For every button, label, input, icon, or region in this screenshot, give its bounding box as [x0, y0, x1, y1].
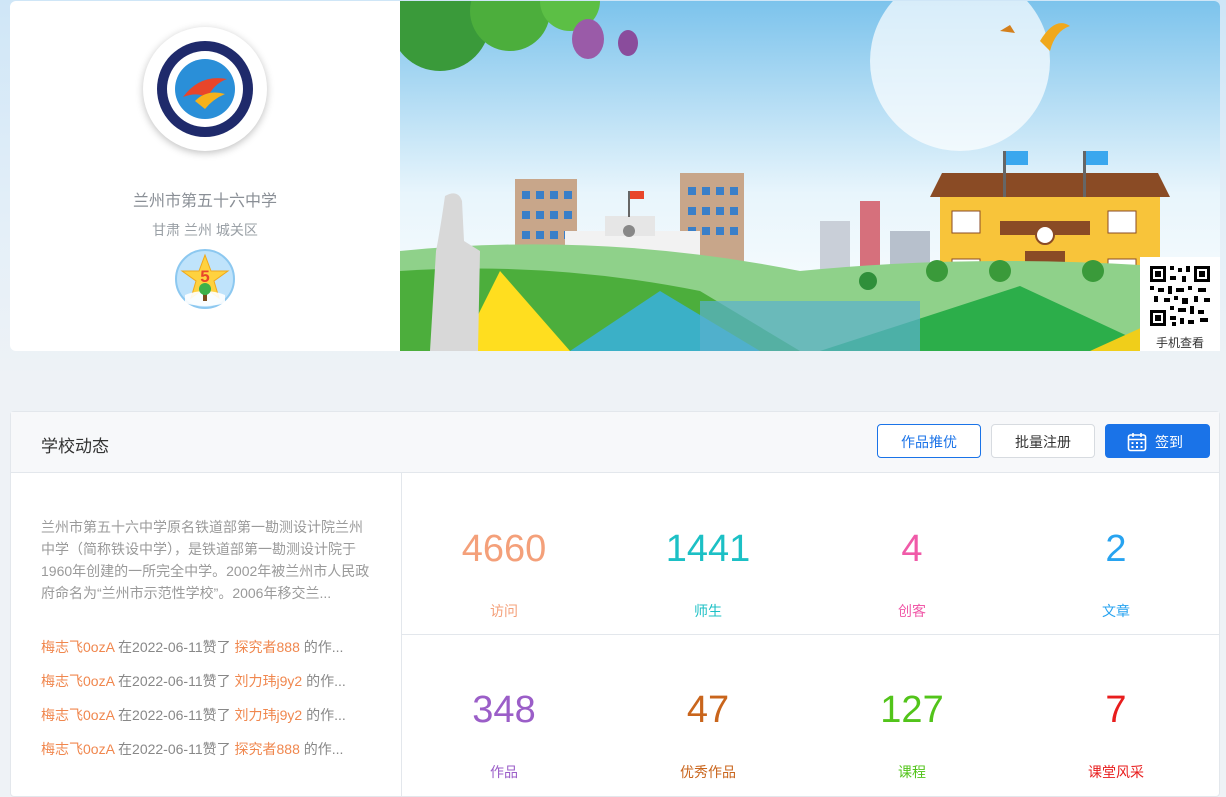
stat-value: 4660	[461, 528, 547, 570]
stat-value: 4	[901, 528, 923, 570]
stat-value: 1441	[665, 528, 751, 570]
stat-value: 127	[880, 689, 944, 731]
school-profile-card: 兰州市第五十六中学 甘肃 兰州 城关区 5	[10, 1, 400, 351]
activity-item: 梅志飞0ozA 在2022-06-11赞了 刘力玮j9y2 的作...	[41, 705, 381, 725]
school-news-panel: 学校动态 作品推优 批量注册 签到 兰州市第五十六中学原名铁道部第一勘测设计院兰…	[10, 411, 1220, 797]
sign-in-label: 签到	[1155, 434, 1183, 450]
stat-label: 创客	[898, 603, 926, 619]
activity-suffix: 的作...	[303, 639, 344, 655]
school-logo-icon	[157, 41, 253, 137]
qr-code-icon	[1148, 264, 1212, 328]
activity-user[interactable]: 梅志飞0ozA	[41, 741, 114, 757]
stat-label: 优秀作品	[680, 764, 736, 780]
calendar-icon	[1127, 433, 1147, 452]
activity-target[interactable]: 探究者888	[235, 741, 300, 757]
school-logo[interactable]	[143, 27, 267, 151]
activity-target[interactable]: 刘力玮j9y2	[235, 673, 303, 689]
activity-item: 梅志飞0ozA 在2022-06-11赞了 探究者888 的作...	[41, 637, 381, 657]
stat-label: 作品	[490, 764, 518, 780]
panel-header: 学校动态 作品推优 批量注册 签到	[11, 412, 1219, 473]
stat-visits[interactable]: 4660 访问	[402, 527, 606, 621]
stat-works[interactable]: 348 作品	[402, 688, 606, 782]
activity-user[interactable]: 梅志飞0ozA	[41, 707, 114, 723]
stat-articles[interactable]: 2 文章	[1014, 527, 1218, 621]
stat-label: 师生	[694, 603, 722, 619]
stat-value: 47	[686, 689, 730, 731]
activity-action: 在2022-06-11赞了	[118, 741, 231, 757]
activity-item: 梅志飞0ozA 在2022-06-11赞了 探究者888 的作...	[41, 739, 381, 759]
activity-user[interactable]: 梅志飞0ozA	[41, 673, 114, 689]
stat-label: 访问	[490, 603, 518, 619]
level-badge: 5	[175, 249, 235, 314]
stat-label: 文章	[1102, 603, 1130, 619]
panel-divider-horizontal	[402, 634, 1219, 635]
stat-value: 2	[1105, 528, 1127, 570]
activity-action: 在2022-06-11赞了	[118, 639, 231, 655]
school-region: 甘肃 兰州 城关区	[152, 222, 258, 238]
stat-classroom-style[interactable]: 7 课堂风采	[1014, 688, 1218, 782]
recommend-works-button[interactable]: 作品推优	[877, 424, 981, 458]
school-intro[interactable]: 兰州市第五十六中学原名铁道部第一勘测设计院兰州中学（简称铁设中学），是铁道部第一…	[41, 516, 371, 604]
stat-excellent-works[interactable]: 47 优秀作品	[606, 688, 810, 782]
stat-value: 348	[472, 689, 536, 731]
activity-user[interactable]: 梅志飞0ozA	[41, 639, 114, 655]
mobile-qr-code[interactable]: 手机查看	[1140, 257, 1220, 351]
activity-suffix: 的作...	[303, 741, 344, 757]
stat-label: 课堂风采	[1088, 764, 1144, 780]
qr-label: 手机查看	[1155, 336, 1204, 350]
sign-in-button[interactable]: 签到	[1105, 424, 1210, 458]
activity-suffix: 的作...	[306, 673, 346, 689]
activity-target[interactable]: 刘力玮j9y2	[235, 707, 303, 723]
stat-makers[interactable]: 4 创客	[810, 527, 1014, 621]
level-number: 5	[200, 267, 209, 286]
activity-suffix: 的作...	[306, 707, 346, 723]
school-name: 兰州市第五十六中学	[132, 193, 277, 210]
stat-members[interactable]: 1441 师生	[606, 527, 810, 621]
panel-title: 学校动态	[41, 437, 109, 456]
activity-item: 梅志飞0ozA 在2022-06-11赞了 刘力玮j9y2 的作...	[41, 671, 381, 691]
activity-target[interactable]: 探究者888	[235, 639, 300, 655]
batch-register-button[interactable]: 批量注册	[991, 424, 1095, 458]
stat-courses[interactable]: 127 课程	[810, 688, 1014, 782]
activity-action: 在2022-06-11赞了	[118, 673, 231, 689]
school-banner	[400, 1, 1220, 351]
stat-label: 课程	[898, 764, 926, 780]
stat-value: 7	[1105, 689, 1127, 731]
activity-action: 在2022-06-11赞了	[118, 707, 231, 723]
